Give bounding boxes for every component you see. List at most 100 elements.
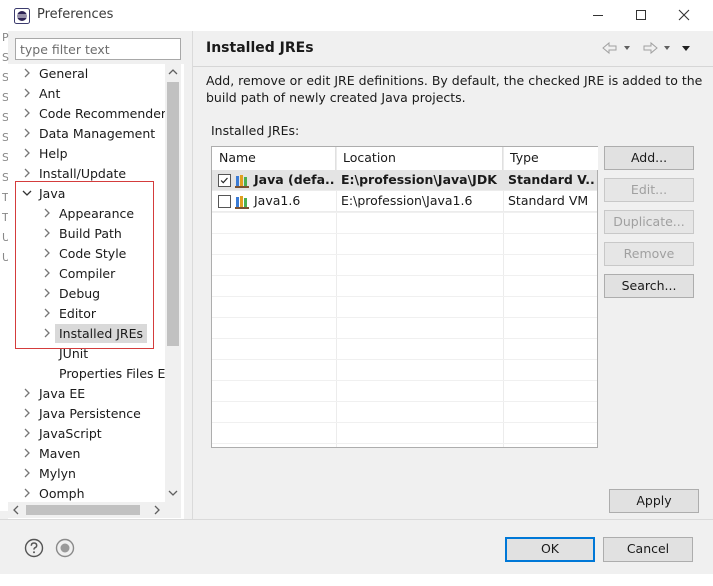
checkbox-checked-icon[interactable] (218, 174, 231, 187)
description-line-1: Add, remove or edit JRE definitions. By … (206, 73, 703, 88)
chevron-right-icon[interactable] (20, 486, 34, 500)
remove-button[interactable]: Remove (604, 242, 694, 266)
column-header-type[interactable]: Type (503, 147, 598, 170)
chevron-right-icon[interactable] (20, 466, 34, 480)
tree-item-label: Code Recommenders (39, 106, 173, 121)
tree-item-label: Java Persistence (39, 406, 141, 421)
footer-separator (0, 519, 713, 520)
forward-arrow-icon[interactable] (643, 41, 658, 55)
ok-button[interactable]: OK (505, 537, 595, 562)
jre-location: E:\profession\Java\JDK (341, 172, 497, 187)
filter-input[interactable] (16, 39, 180, 59)
edit-button[interactable]: Edit... (604, 178, 694, 202)
duplicate-button[interactable]: Duplicate... (604, 210, 694, 234)
grid-line (212, 254, 597, 255)
view-menu-icon[interactable] (682, 46, 690, 51)
tree-item-javascript[interactable]: JavaScript (8, 424, 184, 444)
add-button[interactable]: Add... (604, 146, 694, 170)
page-title: Installed JREs (206, 40, 314, 56)
jre-type: Standard VM (508, 193, 589, 208)
help-icon[interactable] (24, 538, 44, 558)
scroll-thumb[interactable] (167, 82, 179, 346)
forward-menu-icon[interactable] (664, 46, 670, 50)
apply-button[interactable]: Apply (609, 489, 699, 513)
tree-item-label: Properties Files Ed (59, 366, 174, 381)
search-button[interactable]: Search... (604, 274, 694, 298)
checkbox-icon[interactable] (218, 195, 231, 208)
grid-line (212, 359, 597, 360)
scroll-right-icon[interactable] (153, 505, 161, 515)
jre-type: Standard V... (508, 172, 594, 187)
chevron-right-icon[interactable] (20, 66, 34, 80)
tree-item-help[interactable]: Help (8, 144, 184, 164)
background-window-edge: PSSSSSSSTTUU (0, 31, 10, 511)
close-icon[interactable] (661, 0, 707, 31)
tree-item-label: Data Management (39, 126, 156, 141)
back-menu-icon[interactable] (624, 46, 630, 50)
tree-item-label: Mylyn (39, 466, 76, 481)
cancel-button[interactable]: Cancel (603, 537, 693, 562)
column-header-name[interactable]: Name (212, 147, 336, 170)
preferences-window: Preferences PSSSSSSSTTUU General Ant Code … (0, 0, 713, 586)
jre-name: Java (defa... (254, 172, 335, 187)
scroll-left-icon[interactable] (12, 505, 20, 515)
page-description: Add, remove or edit JRE definitions. By … (206, 72, 706, 106)
chevron-right-icon[interactable] (20, 126, 34, 140)
grid-line (212, 338, 597, 339)
background-glyph: P (2, 31, 9, 44)
chevron-right-icon[interactable] (20, 106, 34, 120)
background-glyph: S (2, 51, 9, 64)
chevron-right-icon[interactable] (20, 426, 34, 440)
chevron-right-icon[interactable] (20, 166, 34, 180)
jre-library-icon (235, 175, 249, 188)
installed-jres-label: Installed JREs: (211, 123, 300, 138)
maximize-icon[interactable] (618, 0, 664, 31)
grid-line (212, 422, 597, 423)
chevron-right-icon[interactable] (20, 406, 34, 420)
tree-item-ant[interactable]: Ant (8, 84, 184, 104)
tree-item-java-ee[interactable]: Java EE (8, 384, 184, 404)
back-arrow-icon[interactable] (602, 41, 617, 55)
tree-item-oomph[interactable]: Oomph (8, 484, 184, 504)
title-bar: Preferences (0, 0, 713, 31)
description-line-2: build path of newly created Java project… (206, 90, 466, 105)
tree-item-label: JavaScript (39, 426, 102, 441)
page-navigation[interactable] (601, 40, 701, 56)
eclipse-icon (14, 8, 30, 24)
tree-item-data-management[interactable]: Data Management (8, 124, 184, 144)
tree-item-label: Help (39, 146, 68, 161)
column-header-location[interactable]: Location (336, 147, 503, 170)
scroll-down-icon[interactable] (168, 489, 178, 497)
minimize-icon[interactable] (575, 0, 621, 31)
tree-item-maven[interactable]: Maven (8, 444, 184, 464)
tree-vertical-scrollbar[interactable] (165, 64, 181, 502)
jre-row[interactable]: Java (defa... E:\profession\Java\JDK Stand… (212, 170, 597, 191)
grid-line (212, 212, 597, 213)
tree-item-properties-files-ed[interactable]: Properties Files Ed (8, 364, 184, 384)
tree-item-code-recommenders[interactable]: Code Recommenders (8, 104, 184, 124)
record-macro-icon[interactable] (55, 538, 75, 558)
tree-item-java-persistence[interactable]: Java Persistence (8, 404, 184, 424)
tree-item-general[interactable]: General (8, 64, 184, 84)
tree-horizontal-scrollbar[interactable] (8, 502, 181, 518)
chevron-right-icon[interactable] (20, 86, 34, 100)
tree-item-label: Java EE (39, 386, 86, 401)
grid-line (212, 317, 597, 318)
grid-line (212, 443, 597, 444)
chevron-right-icon[interactable] (20, 446, 34, 460)
background-window-bottom (0, 574, 713, 586)
grid-line (212, 401, 597, 402)
grid-line (212, 275, 597, 276)
preference-page: Installed JREs Add, remove or edit JRE d… (192, 31, 713, 519)
window-title: Preferences (37, 7, 114, 22)
jre-row[interactable]: Java1.6 E:\profession\Java1.6 Standard VM (212, 191, 597, 212)
java-highlight-box (15, 181, 154, 349)
tree-item-mylyn[interactable]: Mylyn (8, 464, 184, 484)
chevron-right-icon[interactable] (20, 146, 34, 160)
tree-item-label: Ant (39, 86, 61, 101)
scroll-up-icon[interactable] (168, 68, 178, 76)
filter-field[interactable] (15, 38, 181, 60)
grid-line (212, 296, 597, 297)
scroll-thumb[interactable] (26, 505, 140, 515)
chevron-right-icon[interactable] (20, 386, 34, 400)
